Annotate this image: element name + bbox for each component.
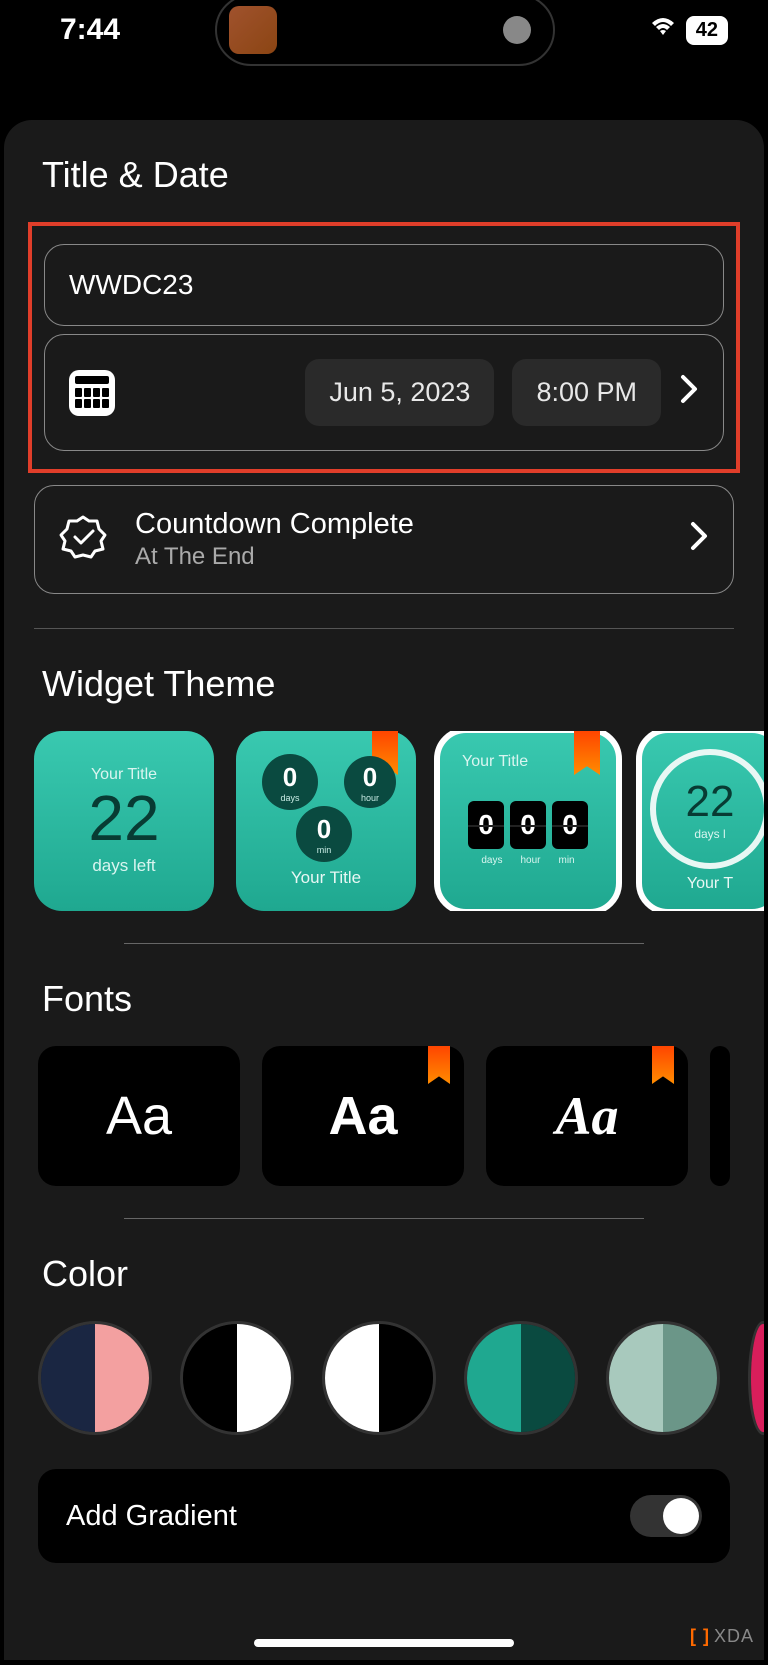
title-input-row[interactable] [44, 244, 724, 326]
flip-label: min [559, 855, 575, 866]
bubble-min-label: min [317, 845, 332, 855]
countdown-complete-title: Countdown Complete [135, 508, 414, 541]
theme-card-flip[interactable]: Your Title 0 0 0 days hour min [438, 731, 618, 911]
color-swatch[interactable] [606, 1321, 720, 1435]
font-option[interactable] [710, 1046, 730, 1186]
font-sample: Aa [328, 1085, 397, 1147]
bubble-days: 0 [283, 762, 297, 793]
font-scroll[interactable]: Aa Aa Aa [4, 1046, 764, 1186]
color-swatch[interactable] [464, 1321, 578, 1435]
toggle-knob [663, 1498, 699, 1534]
theme-preview-number: 22 [88, 786, 159, 850]
date-time-row[interactable]: Jun 5, 2023 8:00 PM [44, 334, 724, 451]
color-swatch[interactable] [748, 1321, 764, 1435]
dynamic-island[interactable] [215, 0, 555, 66]
home-indicator[interactable] [254, 1639, 514, 1647]
ring-label: days l [694, 827, 725, 841]
flip-digit: 0 [510, 801, 546, 849]
font-option[interactable]: Aa [38, 1046, 240, 1186]
countdown-complete-row[interactable]: Countdown Complete At The End [34, 485, 734, 594]
countdown-complete-subtitle: At The End [135, 543, 414, 571]
settings-panel: Title & Date Jun 5, 2023 8:00 PM Countdo… [4, 120, 764, 1660]
now-playing-thumbnail [229, 6, 277, 54]
homepod-icon [503, 16, 531, 44]
section-widget-theme: Widget Theme [4, 629, 764, 731]
font-sample: Aa [106, 1085, 172, 1147]
theme-preview-title: Your T [687, 875, 733, 893]
section-fonts: Fonts [4, 944, 764, 1046]
color-swatch[interactable] [38, 1321, 152, 1435]
add-gradient-row[interactable]: Add Gradient [38, 1469, 730, 1563]
calendar-icon [69, 370, 115, 416]
theme-preview-title: Your Title [462, 753, 528, 771]
bubble-hour: 0 [363, 762, 377, 793]
theme-scroll[interactable]: Your Title 22 days left 0 days 0 hour 0 … [4, 731, 764, 911]
color-swatch[interactable] [322, 1321, 436, 1435]
flip-label: days [481, 855, 502, 866]
bubble-days-label: days [280, 793, 299, 803]
premium-ribbon-icon [652, 1046, 674, 1084]
gradient-toggle[interactable] [630, 1495, 702, 1537]
bubble-min: 0 [317, 814, 331, 845]
font-option[interactable]: Aa [262, 1046, 464, 1186]
countdown-complete-stack: Countdown Complete At The End [135, 508, 414, 571]
chevron-right-icon [689, 519, 709, 561]
status-right: 42 [650, 16, 728, 45]
flip-digit: 0 [552, 801, 588, 849]
font-sample: Aa [555, 1085, 618, 1147]
premium-ribbon-icon [574, 731, 600, 775]
theme-preview-sub: days left [92, 856, 155, 876]
seal-check-icon [59, 513, 107, 566]
font-option[interactable]: Aa [486, 1046, 688, 1186]
wifi-icon [650, 17, 676, 43]
highlighted-region: Jun 5, 2023 8:00 PM [28, 222, 740, 473]
premium-ribbon-icon [428, 1046, 450, 1084]
color-scroll[interactable] [4, 1321, 764, 1435]
flip-label: hour [520, 855, 540, 866]
date-pill[interactable]: Jun 5, 2023 [305, 359, 494, 426]
bubble-hour-label: hour [361, 793, 379, 803]
theme-card-ring[interactable]: 22 days l Your T [640, 731, 764, 911]
add-gradient-label: Add Gradient [66, 1500, 237, 1533]
time-pill[interactable]: 8:00 PM [512, 359, 661, 426]
status-time: 7:44 [60, 13, 120, 47]
watermark: [ ]XDA [690, 1626, 754, 1647]
theme-card-simple[interactable]: Your Title 22 days left [34, 731, 214, 911]
flip-digit: 0 [468, 801, 504, 849]
chevron-right-icon [679, 372, 699, 414]
section-color: Color [4, 1219, 764, 1321]
battery-indicator: 42 [686, 16, 728, 45]
color-swatch[interactable] [180, 1321, 294, 1435]
status-bar: 7:44 42 [0, 0, 768, 60]
title-input[interactable] [69, 269, 699, 301]
theme-preview-title: Your Title [291, 868, 361, 888]
section-title-date: Title & Date [4, 154, 764, 222]
theme-card-bubbles[interactable]: 0 days 0 hour 0 min Your Title [236, 731, 416, 911]
ring-number: 22 [686, 777, 735, 827]
